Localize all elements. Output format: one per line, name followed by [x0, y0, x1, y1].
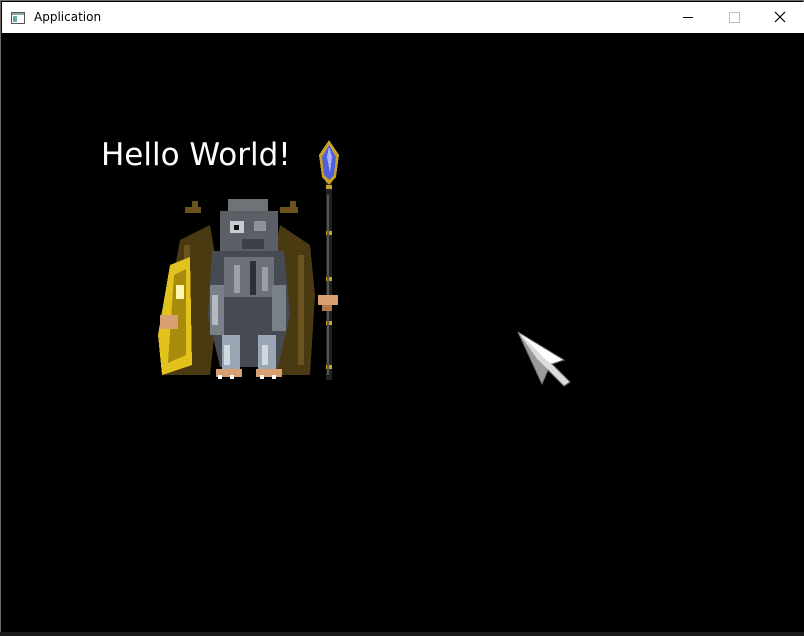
mage-sprite: [158, 140, 339, 380]
app-icon: [10, 10, 26, 26]
window-bottom-edge: [0, 632, 804, 636]
close-button[interactable]: [757, 2, 803, 33]
maximize-icon: [729, 12, 740, 23]
application-window: Application: [0, 0, 804, 636]
window-title: Application: [34, 10, 102, 24]
title-bar[interactable]: Application: [2, 2, 804, 33]
maximize-button[interactable]: [711, 2, 757, 33]
minimize-button[interactable]: [665, 2, 711, 33]
pixel-arrow-cursor-icon: [517, 331, 571, 387]
minimize-icon: [683, 17, 693, 18]
game-canvas[interactable]: [2, 33, 804, 633]
close-icon: [774, 11, 786, 23]
